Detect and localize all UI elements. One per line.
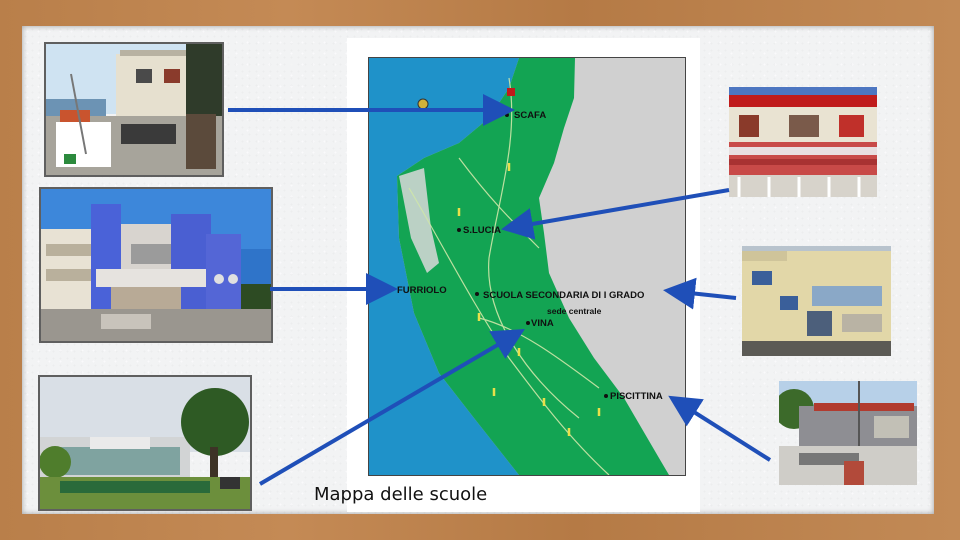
arrow-piscittina bbox=[668, 395, 772, 462]
arrows-layer bbox=[228, 94, 772, 486]
arrow-s-lucia bbox=[501, 188, 730, 240]
map-caption: Mappa delle scuole bbox=[314, 484, 488, 505]
arrow-vina bbox=[258, 328, 525, 486]
arrow-scuola-secondaria bbox=[663, 277, 737, 310]
